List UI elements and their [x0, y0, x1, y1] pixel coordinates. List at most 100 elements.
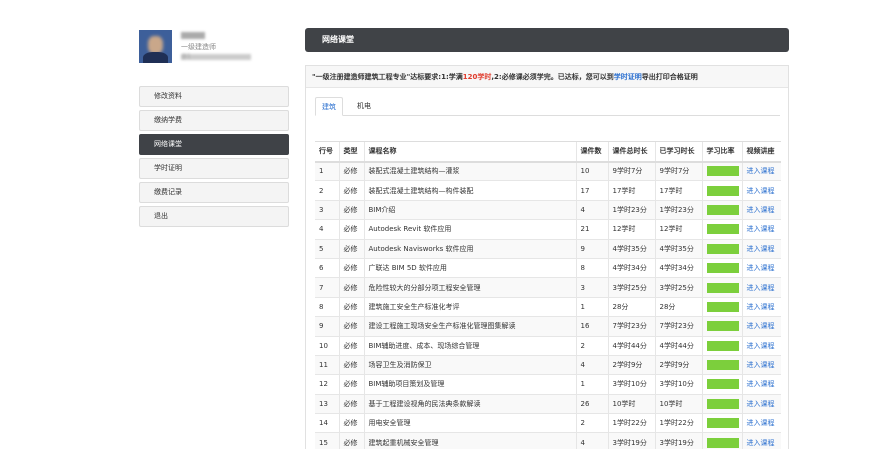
enter-course-link[interactable]: 进入课程	[747, 342, 775, 350]
table-row: 5 必修 Autodesk Navisworks 软件应用 9 4学时35分 4学时35分…	[315, 239, 781, 259]
cell-total-duration: 4学时34分	[607, 258, 655, 279]
cell-course-name: 基于工程建设视角的民法典条款解读	[363, 394, 576, 415]
progress-bar	[706, 340, 739, 351]
user-name-blurred	[181, 32, 205, 39]
cell-video-lecture: 进入课程	[741, 180, 781, 201]
course-table: 行号 类型 课程名称 课件数 课件总时长 已学习时长 学习比率 视频讲座 1 必修…	[315, 141, 781, 449]
cell-courseware-count: 4	[575, 432, 608, 449]
cell-type: 必修	[338, 200, 364, 221]
column-header-row-number: 行号	[315, 141, 339, 163]
cell-learning-ratio	[701, 239, 742, 259]
sidebar-menu: 修改资料 缴纳学费 网络课堂 学时证明 缴费记录 退出	[139, 86, 289, 230]
enter-course-link[interactable]: 进入课程	[747, 206, 775, 214]
cell-course-name: 建筑起重机械安全管理	[363, 432, 576, 449]
table-header-row: 行号 类型 课程名称 课件数 课件总时长 已学习时长 学习比率 视频讲座	[315, 141, 781, 163]
enter-course-link[interactable]: 进入课程	[747, 245, 775, 253]
cell-video-lecture: 进入课程	[741, 413, 781, 434]
enter-course-link[interactable]: 进入课程	[747, 187, 775, 195]
cell-type: 必修	[338, 394, 364, 415]
cell-courseware-count: 2	[575, 413, 608, 434]
cell-course-name: Autodesk Revit 软件应用	[363, 219, 576, 240]
cell-courseware-count: 8	[575, 258, 608, 279]
cell-course-name: BIM辅助项目策划及管理	[363, 374, 576, 395]
cell-row-number: 13	[315, 394, 339, 415]
cell-row-number: 12	[315, 374, 339, 395]
enter-course-link[interactable]: 进入课程	[747, 380, 775, 388]
enter-course-link[interactable]: 进入课程	[747, 400, 775, 408]
sidebar-item-edit-profile[interactable]: 修改资料	[139, 86, 289, 107]
cell-learned-duration: 28分	[654, 297, 702, 318]
sidebar-item-payment-records[interactable]: 缴费记录	[139, 182, 289, 203]
cell-total-duration: 17学时	[607, 180, 655, 201]
cell-learning-ratio	[701, 258, 742, 279]
sidebar-item-hours-certificate[interactable]: 学时证明	[139, 158, 289, 179]
cell-course-name: 广联达 BIM 5D 软件应用	[363, 258, 576, 279]
cell-courseware-count: 4	[575, 355, 608, 376]
cell-learning-ratio	[701, 432, 742, 449]
column-header-course-name: 课程名称	[363, 141, 576, 163]
table-row: 9 必修 建设工程施工现场安全生产标准化管理图集解读 16 7学时23分 7学时23分 进入…	[315, 316, 781, 337]
tab-construction[interactable]: 建筑	[315, 97, 343, 116]
sidebar-item-logout[interactable]: 退出	[139, 206, 289, 227]
column-header-type: 类型	[338, 141, 364, 163]
enter-course-link[interactable]: 进入课程	[747, 167, 775, 175]
cell-video-lecture: 进入课程	[741, 316, 781, 337]
cell-total-duration: 12学时	[607, 219, 655, 240]
table-row: 8 必修 建筑施工安全生产标准化考评 1 28分 28分 进入课程	[315, 297, 781, 318]
tab-mechanical-electrical[interactable]: 机电	[351, 97, 377, 116]
cell-total-duration: 2学时9分	[607, 355, 655, 376]
cell-video-lecture: 进入课程	[741, 161, 781, 182]
hours-certificate-link[interactable]: 学时证明	[614, 73, 642, 81]
cell-learned-duration: 4学时35分	[654, 239, 702, 259]
enter-course-link[interactable]: 进入课程	[747, 284, 775, 292]
cell-learning-ratio	[701, 413, 742, 434]
enter-course-link[interactable]: 进入课程	[747, 439, 775, 447]
cell-type: 必修	[338, 258, 364, 279]
enter-course-link[interactable]: 进入课程	[747, 264, 775, 272]
enter-course-link[interactable]: 进入课程	[747, 303, 775, 311]
cell-row-number: 6	[315, 258, 339, 279]
cell-type: 必修	[338, 161, 364, 182]
enter-course-link[interactable]: 进入课程	[747, 419, 775, 427]
enter-course-link[interactable]: 进入课程	[747, 322, 775, 330]
user-level: 一级建造师	[181, 43, 216, 51]
progress-bar	[706, 224, 739, 235]
cell-video-lecture: 进入课程	[741, 258, 781, 279]
page-title: 网络课堂	[305, 28, 789, 52]
column-header-video-lecture: 视频讲座	[741, 141, 781, 163]
progress-bar	[706, 166, 739, 177]
enter-course-link[interactable]: 进入课程	[747, 361, 775, 369]
cell-row-number: 10	[315, 336, 339, 356]
cell-row-number: 14	[315, 413, 339, 434]
cell-row-number: 15	[315, 432, 339, 449]
category-tabs: 建筑 机电	[315, 97, 780, 116]
cell-course-name: 建设工程施工现场安全生产标准化管理图集解读	[363, 316, 576, 337]
sidebar-item-online-classroom[interactable]: 网络课堂	[139, 134, 289, 155]
table-row: 10 必修 BIM辅助进度、成本、现场综合管理 2 4学时44分 4学时44分 进入课程	[315, 336, 781, 356]
progress-bar	[706, 185, 739, 196]
enter-course-link[interactable]: 进入课程	[747, 225, 775, 233]
progress-bar	[706, 321, 739, 332]
cell-total-duration: 3学时10分	[607, 374, 655, 395]
cell-courseware-count: 21	[575, 219, 608, 240]
table-row: 11 必修 场容卫生及消防保卫 4 2学时9分 2学时9分 进入课程	[315, 355, 781, 376]
cell-course-name: 装配式混凝土建筑结构—灌浆	[363, 161, 576, 182]
cell-courseware-count: 26	[575, 394, 608, 415]
cell-learned-duration: 3学时10分	[654, 374, 702, 395]
cell-row-number: 2	[315, 180, 339, 201]
cell-learning-ratio	[701, 200, 742, 221]
cell-total-duration: 7学时23分	[607, 316, 655, 337]
cell-courseware-count: 16	[575, 316, 608, 337]
cell-type: 必修	[338, 219, 364, 240]
cell-courseware-count: 4	[575, 200, 608, 221]
progress-bar	[706, 204, 739, 215]
cell-video-lecture: 进入课程	[741, 297, 781, 318]
cell-type: 必修	[338, 336, 364, 356]
required-hours: 120学时	[462, 73, 492, 81]
user-phone-blurred: @1	[181, 53, 251, 60]
cell-course-name: 场容卫生及消防保卫	[363, 355, 576, 376]
progress-bar	[706, 437, 739, 448]
cell-course-name: 装配式混凝土建筑结构—构件装配	[363, 180, 576, 201]
cell-course-name: BIM介绍	[363, 200, 576, 221]
sidebar-item-pay-tuition[interactable]: 缴纳学费	[139, 110, 289, 131]
